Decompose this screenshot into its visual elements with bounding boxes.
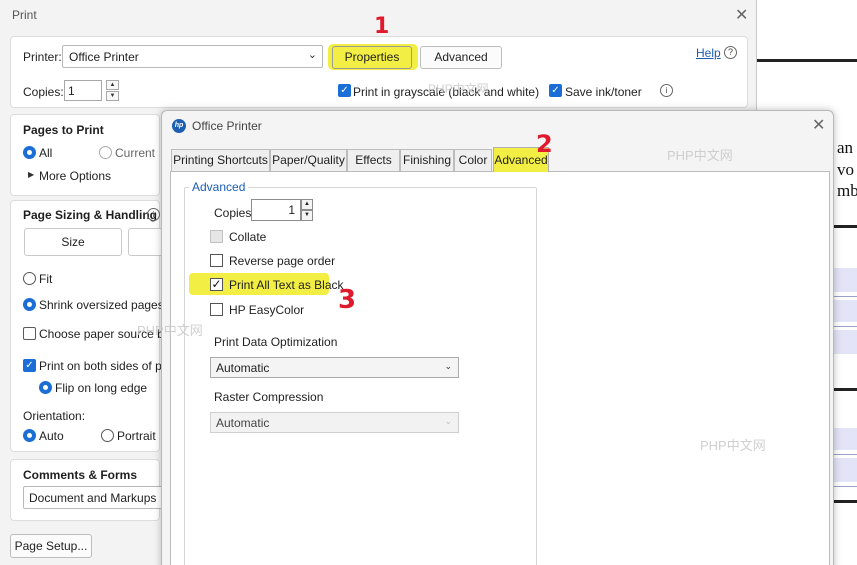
tab-effects[interactable]: Effects	[347, 149, 400, 171]
document-rule	[757, 59, 857, 62]
document-table-line	[833, 486, 857, 487]
comments-forms-heading: Comments & Forms	[23, 468, 138, 482]
print-black-label: Print All Text as Black	[229, 278, 344, 292]
watermark-text: PHP中文网	[700, 438, 766, 453]
all-pages-label: All	[39, 146, 53, 160]
portrait-label: Portrait	[117, 429, 156, 443]
chevron-down-icon: ⌄	[444, 416, 452, 426]
question-icon[interactable]: ?	[724, 46, 737, 59]
annotation-number: 1	[374, 14, 390, 39]
info-icon[interactable]: i	[147, 208, 160, 221]
pages-to-print-heading: Pages to Print	[23, 123, 104, 137]
properties-button[interactable]: Properties	[332, 46, 412, 69]
close-icon[interactable]: ✕	[812, 115, 825, 135]
advanced-group: Copies 1 ▲ ▼ Collate Reverse page order …	[184, 187, 537, 565]
comments-forms-select[interactable]: Document and Markups	[23, 486, 173, 509]
chevron-down-icon: ⌄	[307, 49, 317, 61]
printer-select-value: Office Printer	[69, 50, 139, 64]
tab-paper-quality[interactable]: Paper/Quality	[270, 149, 347, 171]
both-sides-label: Print on both sides of pap	[39, 359, 176, 373]
all-pages-radio[interactable]	[23, 146, 36, 159]
grayscale-checkbox[interactable]: ✓	[338, 84, 351, 97]
properties-dialog-title: Office Printer	[192, 119, 262, 133]
printer-label: Printer:	[23, 50, 62, 64]
reverse-order-checkbox[interactable]	[210, 254, 223, 267]
data-optimization-value: Automatic	[216, 361, 270, 375]
document-table-line	[833, 326, 857, 327]
annotation-number: 2	[536, 130, 553, 158]
hp-logo-icon: hp	[172, 119, 186, 133]
advanced-tab-page: Copies 1 ▲ ▼ Collate Reverse page order …	[170, 171, 830, 565]
watermark-text: PHP中文网	[667, 148, 733, 163]
current-page-radio[interactable]	[99, 146, 112, 159]
help-link[interactable]: Help	[696, 46, 721, 60]
page-setup-button[interactable]: Page Setup...	[10, 534, 92, 558]
watermark-text: PHP中文网	[428, 82, 489, 96]
info-icon[interactable]: i	[660, 84, 673, 97]
document-table-band	[833, 458, 857, 482]
tab-color[interactable]: Color	[454, 149, 492, 171]
chevron-down-icon: ⌄	[444, 361, 452, 371]
raster-compression-value: Automatic	[216, 416, 270, 430]
easycolor-label: HP EasyColor	[229, 303, 305, 317]
tab-finishing[interactable]: Finishing	[400, 149, 454, 171]
shrink-label: Shrink oversized pages	[39, 298, 164, 312]
auto-orientation-radio[interactable]	[23, 429, 36, 442]
advanced-button[interactable]: Advanced	[420, 46, 502, 69]
raster-compression-label: Raster Compression	[214, 390, 324, 404]
shrink-radio[interactable]	[23, 298, 36, 311]
fit-label: Fit	[39, 272, 53, 286]
orientation-label: Orientation:	[23, 409, 86, 423]
easycolor-checkbox[interactable]	[210, 303, 223, 316]
auto-orientation-label: Auto	[39, 429, 64, 443]
spin-down-icon[interactable]: ▼	[301, 210, 313, 221]
document-text-fragment: an	[837, 138, 854, 157]
watermark-text: PHP中文网	[137, 323, 203, 338]
close-icon[interactable]: ✕	[735, 5, 748, 25]
print-black-checkbox[interactable]: ✓	[210, 278, 223, 291]
collate-label: Collate	[229, 230, 267, 244]
copies-label: Copies:	[23, 85, 64, 99]
page-sizing-heading: Page Sizing & Handling	[23, 208, 158, 222]
advanced-group-title: Advanced	[189, 180, 249, 194]
more-options-toggle[interactable]: More Options	[39, 169, 111, 183]
copies-input[interactable]: 1	[251, 199, 301, 221]
flip-long-edge-label: Flip on long edge	[55, 381, 148, 395]
data-optimization-select[interactable]: Automatic ⌄	[210, 357, 459, 378]
document-table-band	[833, 428, 857, 450]
paper-source-checkbox[interactable]	[23, 327, 36, 340]
spin-down-icon[interactable]: ▼	[106, 91, 119, 101]
document-text-fragment: vo	[837, 160, 854, 179]
document-table-band	[833, 300, 857, 322]
document-table-band	[833, 268, 857, 292]
printer-properties-dialog: hp Office Printer ✕ Copies 1 ▲ ▼ Collate…	[161, 110, 834, 565]
copies-label: Copies	[214, 206, 252, 220]
spin-up-icon[interactable]: ▲	[301, 199, 313, 210]
size-button[interactable]: Size	[24, 228, 122, 256]
flip-long-edge-radio[interactable]	[39, 381, 52, 394]
document-table-line	[833, 296, 857, 297]
document-table-line	[833, 454, 857, 455]
caret-right-icon[interactable]: ▶	[28, 170, 34, 179]
printer-select[interactable]: Office Printer ⌄	[62, 45, 323, 68]
save-ink-label: Save ink/toner	[565, 85, 642, 99]
current-page-label: Current	[115, 146, 156, 160]
data-optimization-label: Print Data Optimization	[214, 335, 338, 349]
save-ink-checkbox[interactable]: ✓	[549, 84, 562, 97]
tab-printing-shortcuts[interactable]: Printing Shortcuts	[171, 149, 270, 171]
document-text-fragment: mb	[837, 181, 857, 200]
collate-checkbox[interactable]	[210, 230, 223, 243]
both-sides-checkbox[interactable]: ✓	[23, 359, 36, 372]
document-table-band	[833, 330, 857, 354]
spin-up-icon[interactable]: ▲	[106, 80, 119, 90]
print-dialog-title: Print	[12, 8, 37, 22]
copies-input[interactable]: 1	[64, 80, 102, 101]
annotation-number: 3	[338, 285, 357, 315]
fit-radio[interactable]	[23, 272, 36, 285]
reverse-order-label: Reverse page order	[229, 254, 336, 268]
portrait-radio[interactable]	[101, 429, 114, 442]
raster-compression-select[interactable]: Automatic ⌄	[210, 412, 459, 433]
